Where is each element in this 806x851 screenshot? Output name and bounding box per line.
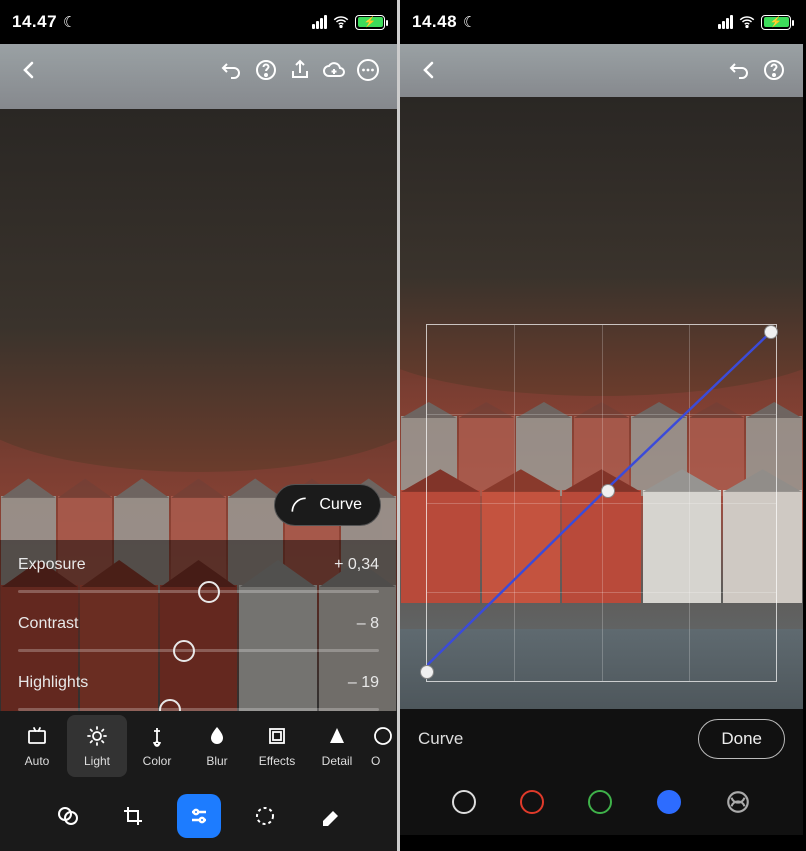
tab-blur-label: Blur [206, 754, 227, 768]
dnd-moon-icon: ☾ [63, 13, 76, 31]
wifi-icon [738, 13, 756, 31]
top-toolbar [0, 50, 397, 90]
help-button[interactable] [249, 53, 283, 87]
wifi-icon [332, 13, 350, 31]
light-panel: Curve Exposure + 0,34 Contrast – 8 Highl… [0, 540, 397, 711]
tab-light-label: Light [84, 754, 110, 768]
done-button[interactable]: Done [698, 719, 785, 759]
exposure-label: Exposure [18, 556, 86, 574]
exposure-row: Exposure + 0,34 [18, 540, 379, 590]
contrast-label: Contrast [18, 615, 78, 633]
channel-blue[interactable] [657, 790, 681, 814]
curve-panel-label: Curve [418, 729, 463, 749]
healing-button[interactable] [309, 794, 353, 838]
tab-effects-label: Effects [259, 754, 295, 768]
bottom-toolbar [0, 781, 397, 851]
status-tray: ⚡ [312, 13, 385, 31]
channel-parametric[interactable] [725, 789, 751, 815]
curve-header: Curve Done [400, 709, 803, 769]
tab-color-label: Color [143, 754, 172, 768]
highlights-value: – 19 [348, 674, 379, 692]
edit-tabs: Auto Light Color Blur Effects Detail O [0, 711, 397, 781]
cloud-add-button[interactable] [317, 53, 351, 87]
edit-button[interactable] [177, 794, 221, 838]
masking-button[interactable] [243, 794, 287, 838]
status-tray: ⚡ [718, 13, 791, 31]
clock: 14.47 [12, 12, 57, 32]
tab-blur[interactable]: Blur [187, 715, 247, 777]
curve-node-shadow[interactable] [420, 665, 434, 679]
exposure-slider[interactable] [18, 590, 379, 593]
exposure-value: + 0,34 [334, 556, 379, 574]
share-button[interactable] [283, 53, 317, 87]
status-bar: 14.48 ☾ ⚡ [400, 0, 803, 44]
tab-detail-label: Detail [322, 754, 353, 768]
cellular-icon [718, 15, 733, 29]
channel-luminance[interactable] [452, 790, 476, 814]
back-button[interactable] [12, 53, 46, 87]
channel-red[interactable] [520, 790, 544, 814]
tab-auto[interactable]: Auto [7, 715, 67, 777]
tab-optics-label: O [371, 754, 380, 768]
curve-line [427, 325, 776, 674]
contrast-slider[interactable] [18, 649, 379, 652]
tab-effects[interactable]: Effects [247, 715, 307, 777]
tab-light[interactable]: Light [67, 715, 127, 777]
tab-optics[interactable]: O [367, 715, 397, 777]
battery-icon: ⚡ [761, 15, 791, 30]
top-toolbar [400, 50, 803, 90]
highlights-label: Highlights [18, 674, 88, 692]
clock: 14.48 [412, 12, 457, 32]
presets-button[interactable] [45, 794, 89, 838]
more-button[interactable] [351, 53, 385, 87]
curve-channels [400, 769, 803, 835]
cellular-icon [312, 15, 327, 29]
curve-grid[interactable] [426, 324, 777, 682]
tab-auto-label: Auto [25, 754, 50, 768]
dnd-moon-icon: ☾ [463, 13, 476, 31]
tab-detail[interactable]: Detail [307, 715, 367, 777]
highlights-row: Highlights – 19 [18, 658, 379, 708]
crop-button[interactable] [111, 794, 155, 838]
contrast-row: Contrast – 8 [18, 599, 379, 649]
status-bar: 14.47 ☾ ⚡ [0, 0, 397, 44]
help-button[interactable] [757, 53, 791, 87]
contrast-value: – 8 [357, 615, 379, 633]
undo-button[interactable] [215, 53, 249, 87]
channel-green[interactable] [588, 790, 612, 814]
curve-button[interactable]: Curve [274, 484, 381, 526]
curve-node-highlight[interactable] [764, 325, 778, 339]
curve-button-label: Curve [319, 496, 362, 514]
undo-button[interactable] [723, 53, 757, 87]
tab-color[interactable]: Color [127, 715, 187, 777]
back-button[interactable] [412, 53, 446, 87]
battery-icon: ⚡ [355, 15, 385, 30]
done-button-label: Done [721, 729, 762, 749]
curve-node-mid[interactable] [601, 484, 615, 498]
